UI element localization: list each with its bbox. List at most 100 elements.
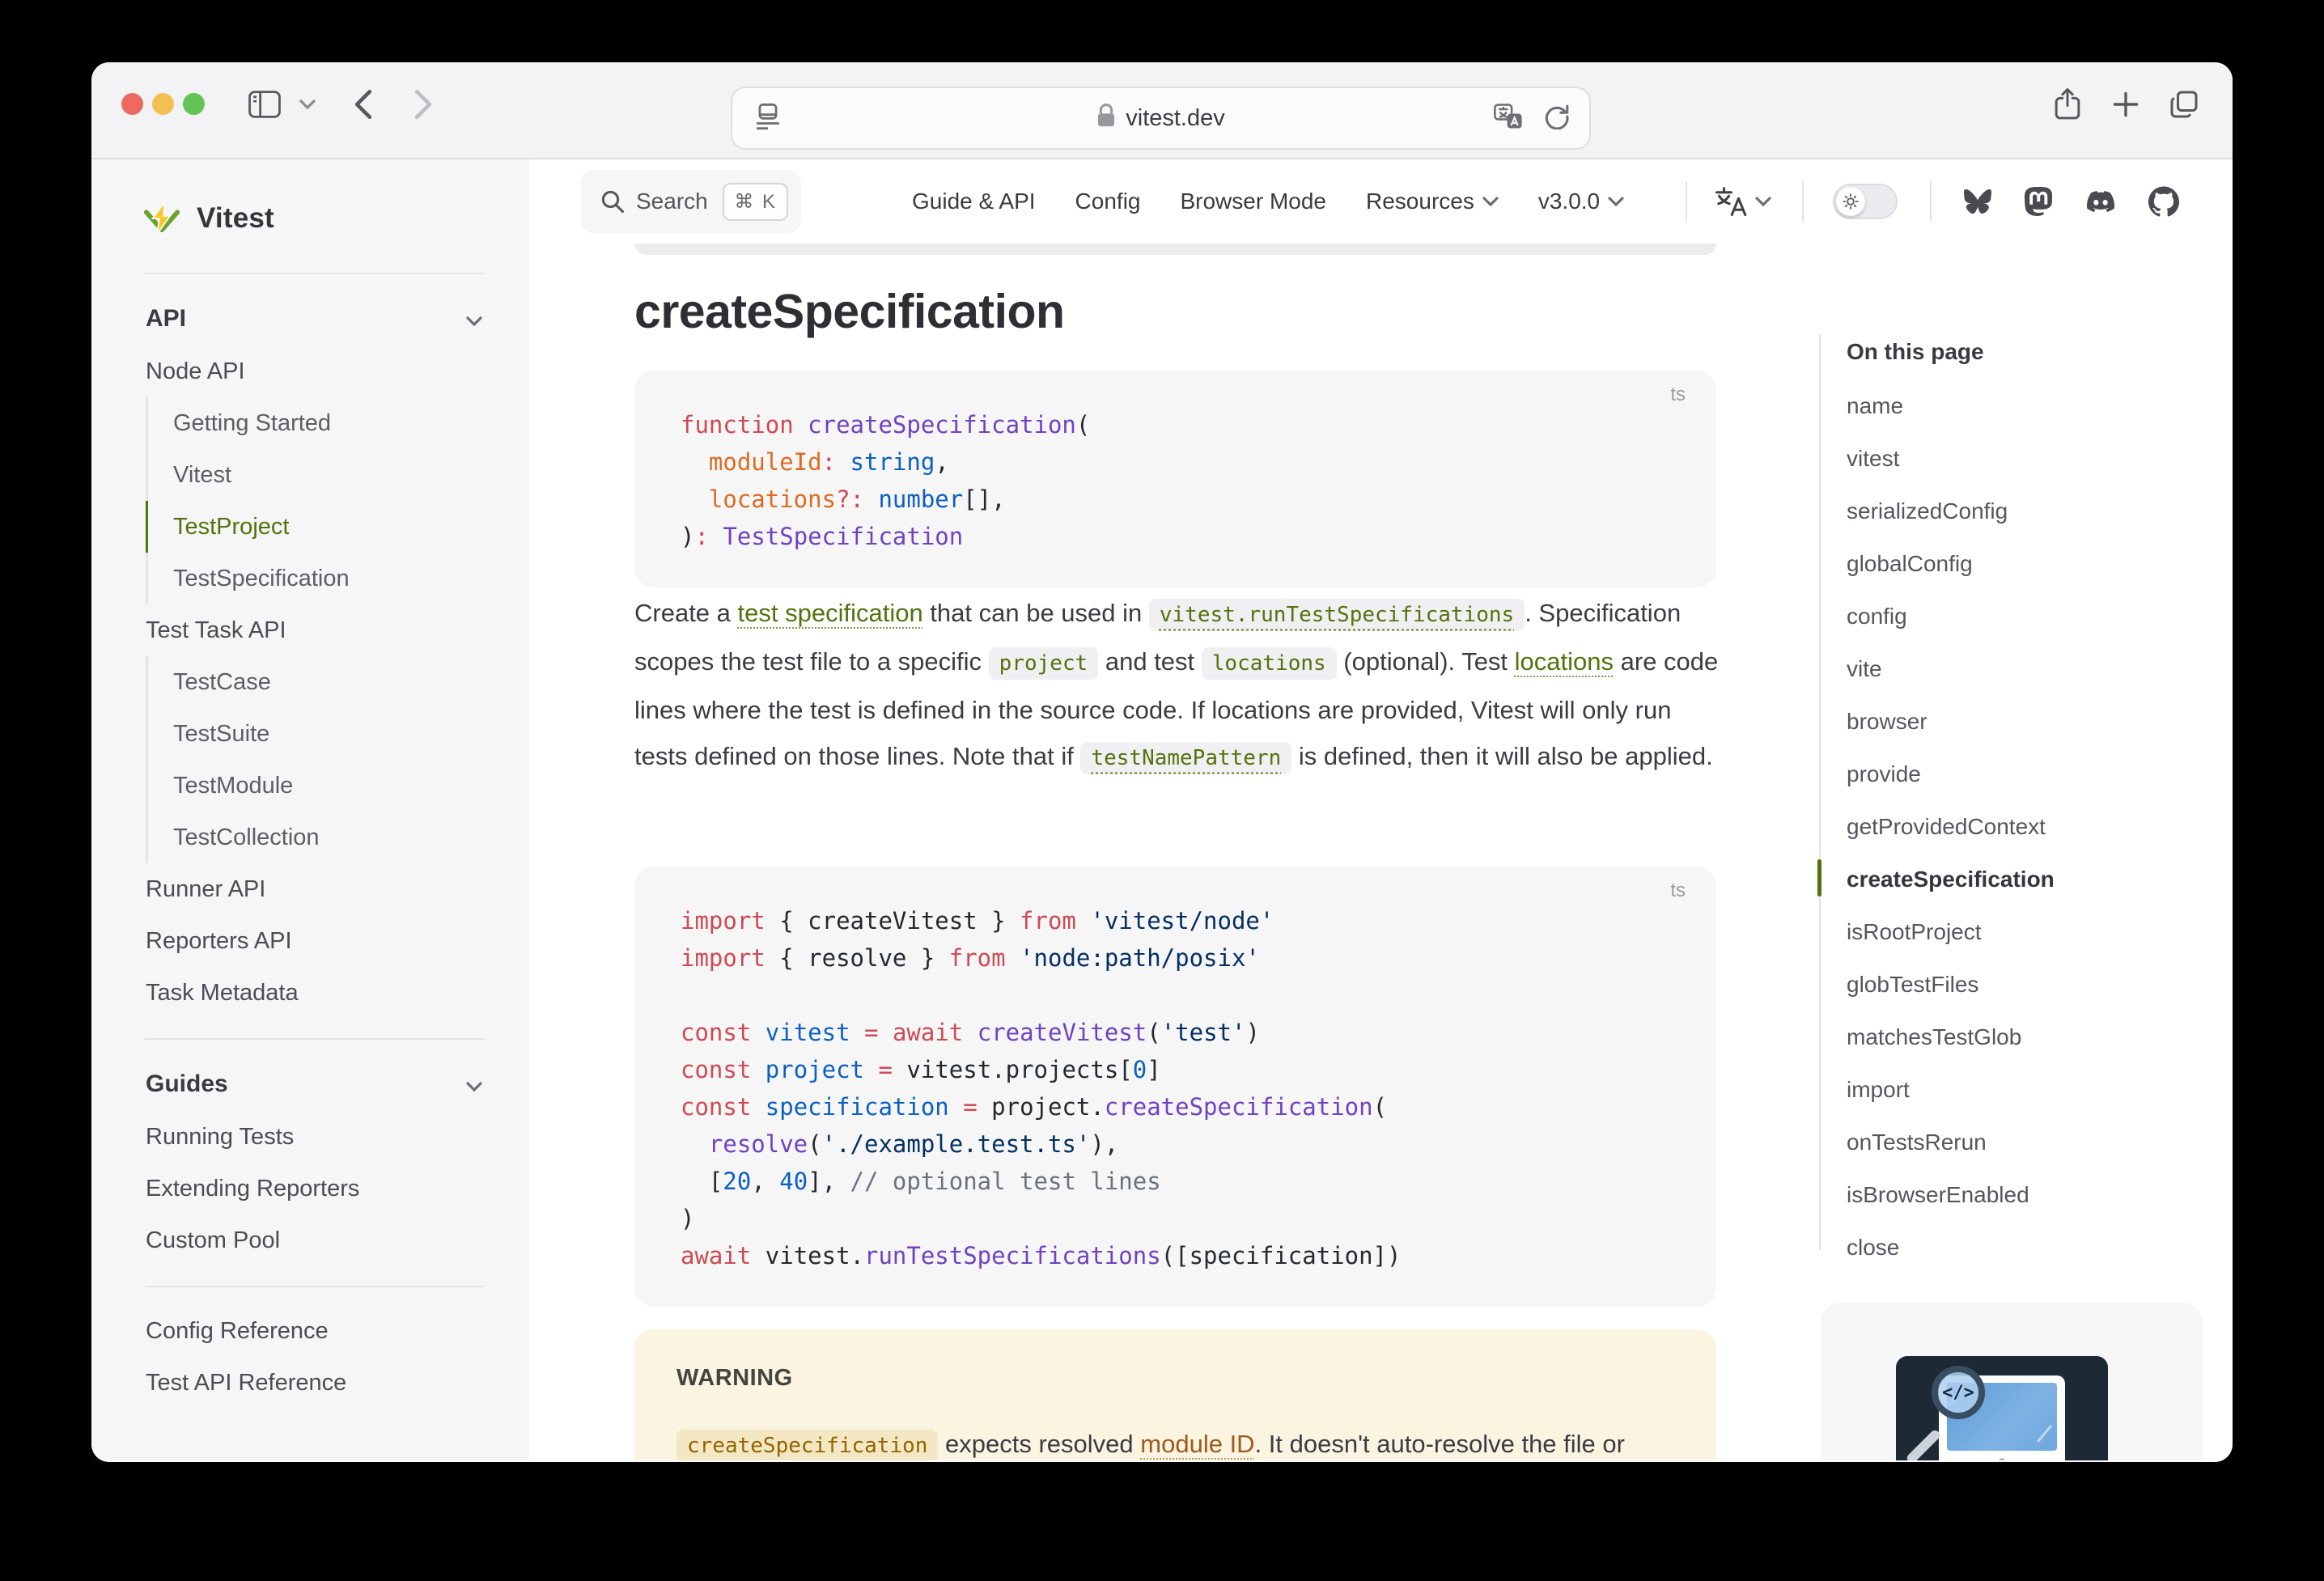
chevron-down-icon[interactable] <box>295 83 320 125</box>
toc-link-getprovidedcontext[interactable]: getProvidedContext <box>1847 800 2186 853</box>
nav-link-config[interactable]: Config <box>1075 189 1141 214</box>
sidebar-item-node-api[interactable]: Node API <box>91 345 529 397</box>
sidebar-item-task-metadata[interactable]: Task Metadata <box>91 967 529 1019</box>
back-icon[interactable] <box>342 83 384 125</box>
code-line: moduleId: string, <box>681 443 1677 481</box>
code-line: await vitest.runTestSpecifications([spec… <box>681 1237 1677 1274</box>
toc-link-vite[interactable]: vite <box>1847 642 2186 695</box>
inline-code-link[interactable]: testNamePattern <box>1080 742 1291 774</box>
window-minimize-button[interactable] <box>152 93 174 115</box>
top-nav: Search ⌘ K Guide & API Config Browser Mode… <box>529 159 2233 244</box>
nav-link-v3-0-0[interactable]: v3.0.0 <box>1538 189 1624 214</box>
toc-link-serializedconfig[interactable]: serializedConfig <box>1847 485 2186 537</box>
magnifier-icon: </> <box>1932 1366 1985 1419</box>
inline-link[interactable]: locations <box>1515 647 1614 676</box>
nav-link-label: Browser Mode <box>1180 189 1326 214</box>
sidebar-item-getting-started[interactable]: Getting Started <box>146 397 529 449</box>
logo-bolt <box>153 202 171 235</box>
toc-link-close[interactable]: close <box>1847 1221 2186 1274</box>
toc-link-isrootproject[interactable]: isRootProject <box>1847 905 2186 958</box>
sidebar-item-extending-reporters[interactable]: Extending Reporters <box>91 1163 529 1214</box>
toc-link-globtestfiles[interactable]: globTestFiles <box>1847 958 2186 1011</box>
inline-code: project <box>989 647 1099 680</box>
toc-link-ontestsrerun[interactable]: onTestsRerun <box>1847 1116 2186 1168</box>
code-lang-label: ts <box>1670 384 1686 406</box>
toc-link-isbrowserenabled[interactable]: isBrowserEnabled <box>1847 1168 2186 1221</box>
nav-link-label: Guide & API <box>912 189 1036 214</box>
new-tab-icon[interactable] <box>2105 83 2147 125</box>
sidebar-section-label: Guides <box>146 1070 228 1098</box>
code-block-example[interactable]: ts import { createVitest } from 'vitest/… <box>634 867 1716 1307</box>
sidebar-item-test-task-api[interactable]: Test Task API <box>91 604 529 656</box>
toc-link-config[interactable]: config <box>1847 590 2186 642</box>
sidebar-item-testcase[interactable]: TestCase <box>146 656 529 708</box>
language-icon[interactable] <box>1713 185 1771 218</box>
sidebar-item-custom-pool[interactable]: Custom Pool <box>91 1214 529 1266</box>
inline-code-link[interactable]: vitest.runTestSpecifications <box>1149 599 1525 631</box>
toc-link-createspecification[interactable]: createSpecification <box>1847 853 2186 905</box>
nav-link-label: v3.0.0 <box>1538 189 1600 214</box>
inline-link[interactable]: module ID <box>1140 1430 1254 1458</box>
sidebar-item-reporters-api[interactable]: Reporters API <box>91 915 529 967</box>
toc-link-matchestestglob[interactable]: matchesTestGlob <box>1847 1011 2186 1063</box>
sidebar-item-running-tests[interactable]: Running Tests <box>91 1111 529 1163</box>
toc-link-browser[interactable]: browser <box>1847 695 2186 748</box>
toc-link-provide[interactable]: provide <box>1847 748 2186 800</box>
divider <box>145 273 485 274</box>
toc-link-globalconfig[interactable]: globalConfig <box>1847 537 2186 590</box>
code-lang-label: ts <box>1670 880 1686 902</box>
inline-link[interactable]: test specification <box>738 599 923 627</box>
url-text: vitest.dev <box>1126 105 1225 132</box>
sidebar-item-vitest[interactable]: Vitest <box>146 449 529 501</box>
sidebar-item-config-reference[interactable]: Config Reference <box>91 1305 529 1357</box>
theme-toggle[interactable] <box>1833 184 1898 219</box>
mastodon-icon[interactable] <box>2024 186 2053 217</box>
sidebar-section-guides[interactable]: Guides <box>91 1058 529 1111</box>
chevron-down-icon <box>1755 197 1771 206</box>
share-icon[interactable] <box>2046 83 2089 125</box>
url-bar[interactable]: vitest.dev <box>731 87 1591 150</box>
sidebar-section-api[interactable]: API <box>91 292 529 345</box>
code-block-signature[interactable]: ts function createSpecification( moduleI… <box>634 371 1716 587</box>
sidebar-item-testsuite[interactable]: TestSuite <box>146 708 529 760</box>
tab-overview-icon[interactable] <box>2163 83 2205 125</box>
sidebar-item-runner-api[interactable]: Runner API <box>91 863 529 915</box>
sidebar-item-test-api-reference[interactable]: Test API Reference <box>91 1357 529 1409</box>
bluesky-icon[interactable] <box>1962 188 1993 215</box>
code-line: const project = vitest.projects[0] <box>681 1051 1677 1088</box>
nav-link-browser-mode[interactable]: Browser Mode <box>1180 189 1326 214</box>
docs-sidebar: Vitest APINode APIGetting StartedVitestT… <box>91 159 529 1460</box>
reload-icon[interactable] <box>1544 104 1570 134</box>
toc-link-import[interactable]: import <box>1847 1063 2186 1116</box>
toc-link-name[interactable]: name <box>1847 379 2186 432</box>
window-zoom-button[interactable] <box>183 93 205 115</box>
search-kbd: ⌘ K <box>723 183 788 221</box>
github-icon[interactable] <box>2148 186 2179 217</box>
forward-icon[interactable] <box>402 83 444 125</box>
sun-icon <box>1836 187 1865 216</box>
code-line: locations?: number[], <box>681 481 1677 518</box>
discord-icon[interactable] <box>2084 188 2118 215</box>
sidebar-item-testcollection[interactable]: TestCollection <box>146 812 529 863</box>
sidebar-item-testmodule[interactable]: TestModule <box>146 760 529 812</box>
code-line: const vitest = await createVitest('test'… <box>681 1014 1677 1051</box>
sponsor-card[interactable]: </> <box>1821 1303 2203 1460</box>
doc-content: createSpecification ts function createSp… <box>529 244 2233 1460</box>
toc-link-vitest[interactable]: vitest <box>1847 432 2186 485</box>
toc-list: namevitestserializedConfigglobalConfigco… <box>1847 379 2186 1274</box>
code-line: function createSpecification( <box>681 406 1677 443</box>
window-close-button[interactable] <box>121 93 143 115</box>
nav-link-label: Resources <box>1366 189 1474 214</box>
chevron-down-icon <box>1608 197 1624 206</box>
sidebar-toggle-icon[interactable] <box>244 83 286 125</box>
sidebar-item-testspecification[interactable]: TestSpecification <box>146 553 529 604</box>
sidebar-item-testproject[interactable]: TestProject <box>146 501 529 553</box>
nav-link-guide-api[interactable]: Guide & API <box>912 189 1036 214</box>
search-input[interactable]: Search ⌘ K <box>581 170 801 233</box>
description-paragraph: Create a test specification that can be … <box>634 590 1728 782</box>
nav-link-resources[interactable]: Resources <box>1366 189 1499 214</box>
translate-icon[interactable] <box>1494 104 1523 134</box>
divider <box>145 1038 485 1040</box>
vitest-logo[interactable]: Vitest <box>91 184 529 253</box>
warning-title: WARNING <box>676 1365 1674 1392</box>
